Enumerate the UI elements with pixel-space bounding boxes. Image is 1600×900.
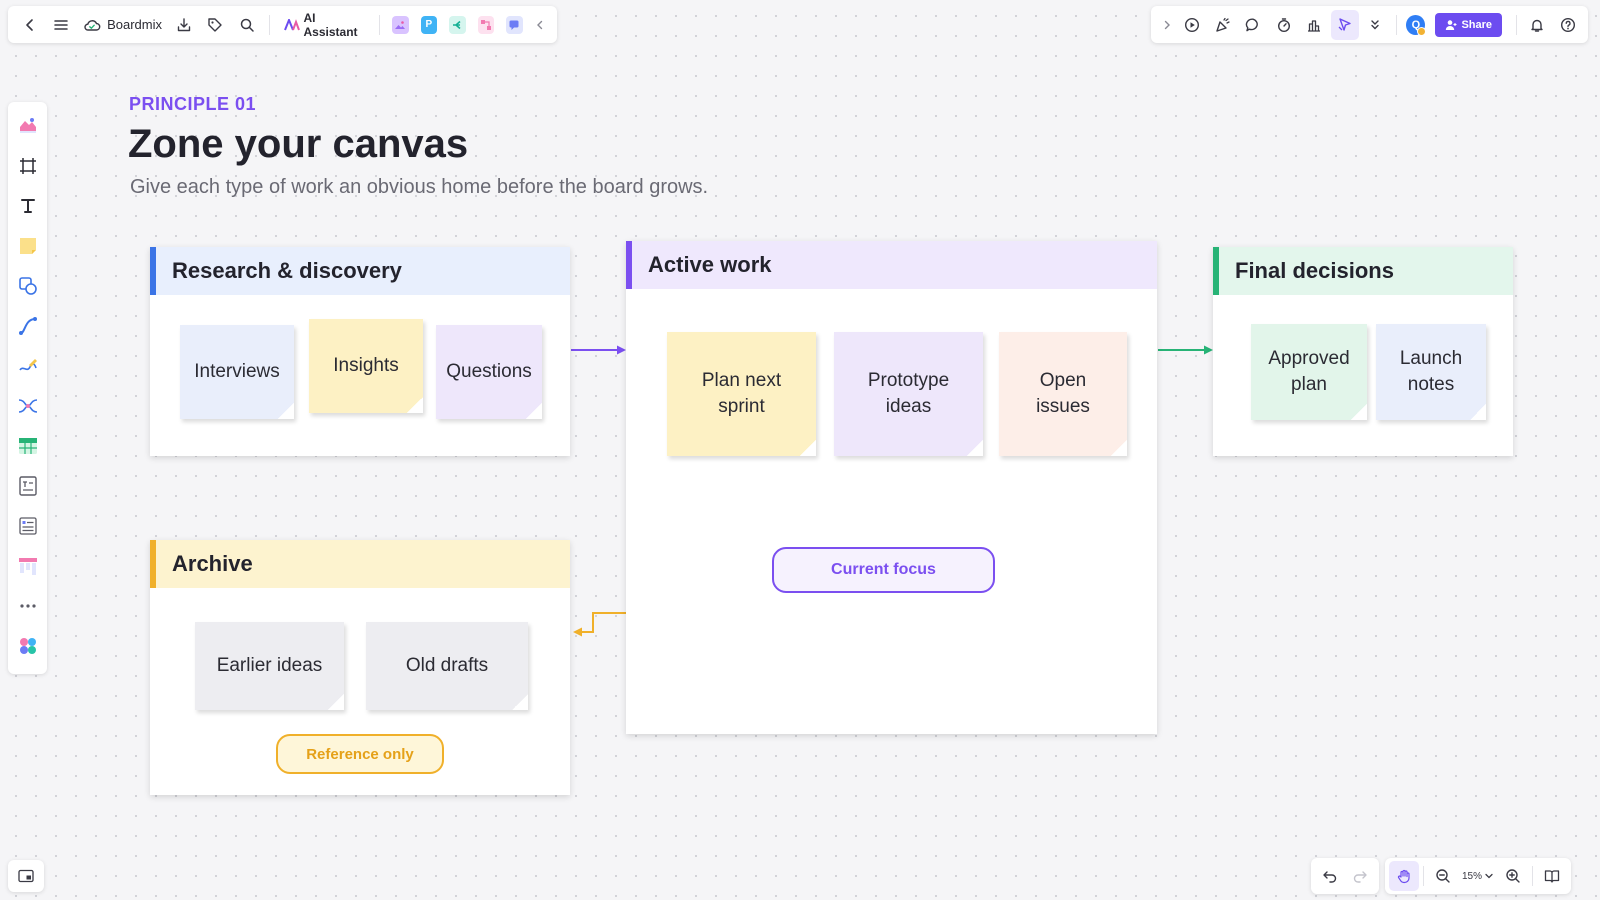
sticky-note-text: Prototype ideas: [867, 370, 950, 417]
final-decisions-zone-header: Final decisions: [1213, 247, 1513, 295]
active-work-zone-header: Active work: [626, 241, 1157, 289]
redo-icon[interactable]: [1345, 861, 1375, 891]
connector-active-to-archive[interactable]: [573, 612, 626, 637]
undo-icon[interactable]: [1315, 861, 1345, 891]
reference-only-label[interactable]: Reference only: [276, 734, 444, 774]
zoom-in-icon[interactable]: [1498, 861, 1528, 891]
sticky-note[interactable]: Old drafts: [366, 622, 528, 710]
archive-zone-frame[interactable]: Archive Earlier ideas Old drafts Referen…: [150, 540, 570, 795]
sticky-note[interactable]: Plan next sprint: [667, 332, 816, 456]
research-zone-header: Research & discovery: [150, 247, 570, 295]
undo-redo-group: [1311, 858, 1379, 894]
sticky-note-text: Interviews: [194, 361, 280, 383]
current-focus-label[interactable]: Current focus: [772, 547, 995, 593]
sticky-note[interactable]: Open issues: [999, 332, 1127, 456]
archive-zone-title: Archive: [172, 551, 253, 576]
minimap-toggle-button[interactable]: [8, 860, 44, 892]
sticky-note[interactable]: Prototype ideas: [834, 332, 983, 456]
toolbar-divider: [1423, 866, 1424, 886]
sticky-note[interactable]: Approved plan: [1251, 324, 1367, 420]
zoom-out-icon[interactable]: [1428, 861, 1458, 891]
connector-active-to-final[interactable]: [1158, 345, 1213, 355]
zoom-level-value: 15%: [1462, 870, 1483, 882]
sticky-note-text: Old drafts: [405, 655, 489, 677]
reading-mode-icon[interactable]: [1537, 861, 1567, 891]
connector-research-to-active[interactable]: [571, 345, 626, 355]
sticky-note[interactable]: Earlier ideas: [195, 622, 344, 710]
minimap-icon: [18, 869, 34, 883]
hand-pan-icon[interactable]: [1389, 861, 1419, 891]
current-focus-text: Current focus: [831, 561, 936, 578]
zoom-level-dropdown[interactable]: 15%: [1458, 871, 1498, 882]
sticky-note[interactable]: Questions: [436, 325, 542, 419]
archive-zone-header: Archive: [150, 540, 570, 588]
sticky-note-text: Open issues: [1036, 370, 1090, 417]
research-zone-title: Research & discovery: [172, 258, 402, 283]
toolbar-divider: [1532, 866, 1534, 886]
sticky-note[interactable]: Launch notes: [1376, 324, 1486, 420]
active-work-zone-title: Active work: [648, 252, 772, 277]
sticky-note-text: Launch notes: [1399, 348, 1463, 395]
sticky-note-text: Approved plan: [1268, 348, 1350, 395]
active-work-zone-frame[interactable]: Active work Plan next sprint Prototype i…: [626, 241, 1157, 734]
bottom-right-controls: 15%: [1311, 858, 1588, 894]
sticky-note[interactable]: Insights: [309, 319, 423, 413]
final-decisions-zone-title: Final decisions: [1235, 258, 1394, 283]
sticky-note-text: Insights: [333, 355, 399, 377]
final-decisions-zone-frame[interactable]: Final decisions Approved plan Launch not…: [1213, 247, 1513, 456]
research-zone-frame[interactable]: Research & discovery Interviews Insights…: [150, 247, 570, 456]
sticky-note-text: Plan next sprint: [701, 370, 782, 417]
sticky-note-text: Earlier ideas: [216, 655, 323, 677]
view-controls-group: 15%: [1385, 858, 1572, 894]
chevron-down-icon: [1484, 871, 1494, 881]
sticky-note-text: Questions: [446, 361, 532, 383]
reference-only-text: Reference only: [306, 745, 414, 763]
sticky-note[interactable]: Interviews: [180, 325, 294, 419]
